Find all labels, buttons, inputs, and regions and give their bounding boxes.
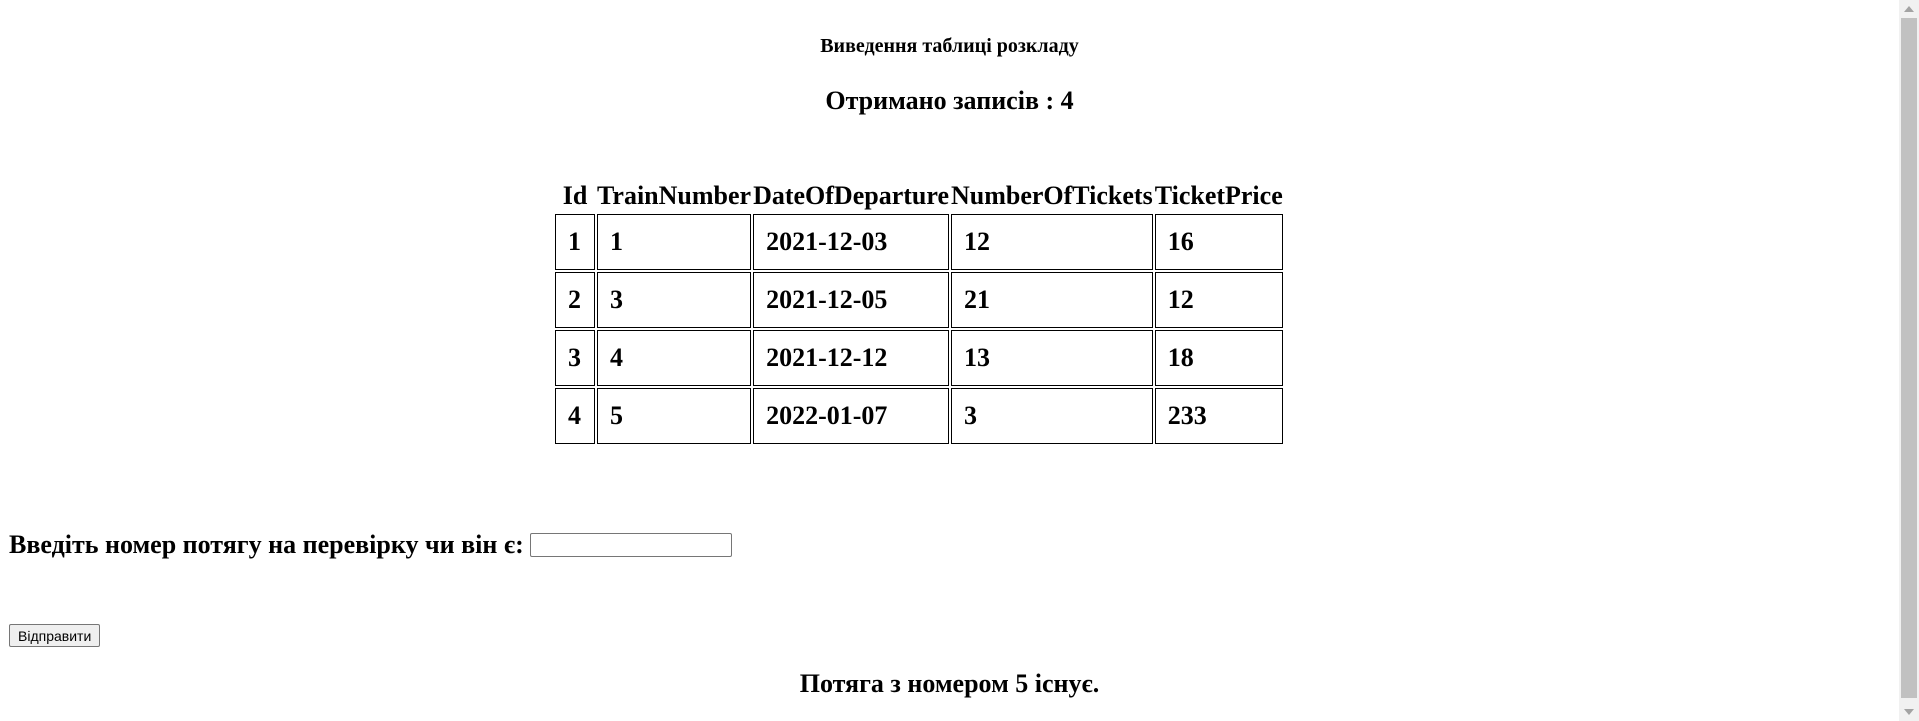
column-header-ticket-price: TicketPrice [1154,181,1283,210]
scroll-up-arrow-icon[interactable] [1904,6,1914,12]
column-header-train-number: TrainNumber [597,181,752,210]
table-header-row: Id TrainNumber DateOfDeparture NumberOfT… [555,180,1283,212]
cell-id: 1 [555,214,595,270]
cell-number-of-tickets: 13 [950,330,1153,386]
cell-number-of-tickets: 21 [950,272,1153,328]
column-header-id: Id [562,181,588,210]
cell-train-number: 1 [597,214,752,270]
cell-ticket-price: 16 [1154,214,1283,270]
scroll-down-arrow-icon[interactable] [1904,709,1914,715]
schedule-table-wrapper: Id TrainNumber DateOfDeparture NumberOfT… [553,178,1285,446]
cell-date-of-departure: 2021-12-03 [753,214,949,270]
cell-id: 2 [555,272,595,328]
train-check-form: Введіть номер потягу на перевірку чи він… [9,530,732,560]
record-count: Отримано записів : 4 [825,86,1074,115]
train-number-label: Введіть номер потягу на перевірку чи він… [9,530,524,559]
train-number-input[interactable] [529,533,732,557]
result-message: Потяга з номером 5 існує. [799,669,1100,698]
page: Виведення таблиці розкладу Отримано запи… [0,0,1899,721]
cell-id: 3 [555,330,595,386]
cell-train-number: 5 [597,388,752,444]
column-header-number-of-tickets: NumberOfTickets [950,181,1153,210]
column-header-date-of-departure: DateOfDeparture [753,181,949,210]
page-title: Виведення таблиці розкладу [820,35,1079,57]
table-row: 3 4 2021-12-12 13 18 [555,330,1283,386]
vertical-scrollbar[interactable] [1899,0,1919,721]
scroll-thumb[interactable] [1901,18,1917,698]
submit-button[interactable]: Відправити [9,624,101,647]
cell-ticket-price: 12 [1154,272,1283,328]
cell-train-number: 3 [597,272,752,328]
table-row: 1 1 2021-12-03 12 16 [555,214,1283,270]
cell-date-of-departure: 2021-12-05 [753,272,949,328]
cell-date-of-departure: 2021-12-12 [753,330,949,386]
table-row: 2 3 2021-12-05 21 12 [555,272,1283,328]
cell-id: 4 [555,388,595,444]
cell-train-number: 4 [597,330,752,386]
table-row: 4 5 2022-01-07 3 233 [555,388,1283,444]
cell-number-of-tickets: 12 [950,214,1153,270]
cell-ticket-price: 18 [1154,330,1283,386]
cell-date-of-departure: 2022-01-07 [753,388,949,444]
cell-number-of-tickets: 3 [950,388,1153,444]
schedule-table: Id TrainNumber DateOfDeparture NumberOfT… [553,178,1285,446]
cell-ticket-price: 233 [1154,388,1283,444]
